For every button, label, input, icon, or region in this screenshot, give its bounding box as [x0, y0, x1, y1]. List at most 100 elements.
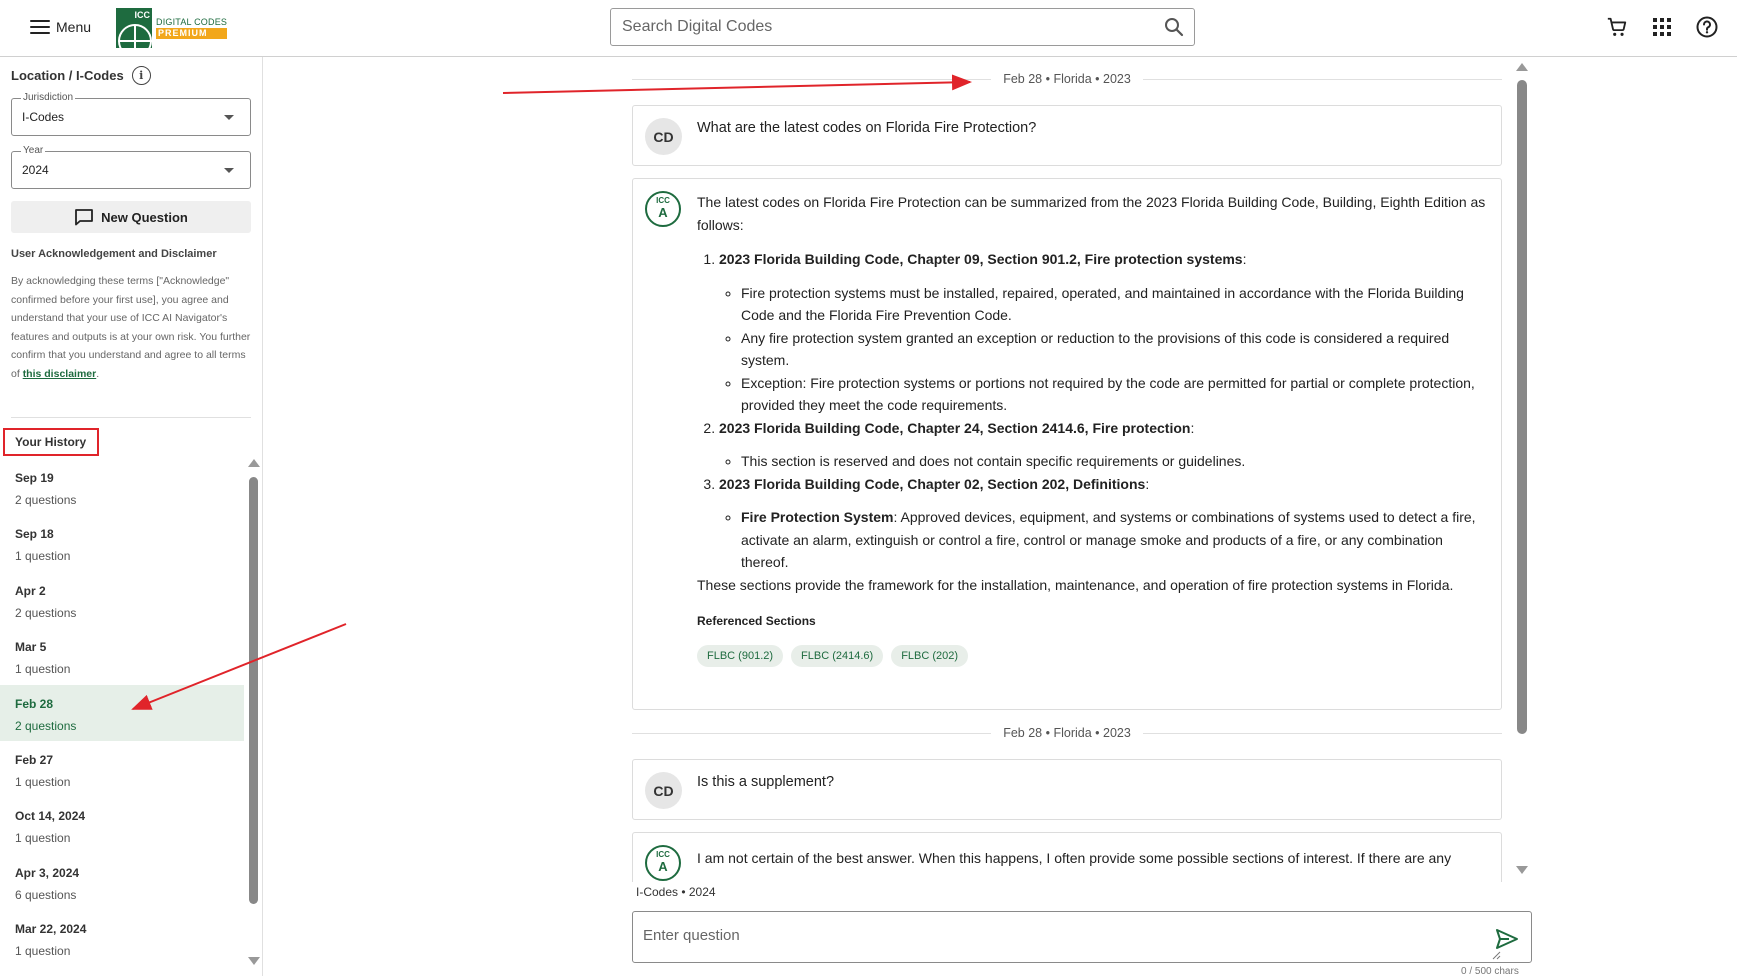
menu-label: Menu [56, 19, 92, 35]
year-select[interactable]: Year 2024 [11, 145, 251, 189]
disclaimer-link[interactable]: this disclaimer [23, 368, 97, 380]
new-question-button[interactable]: New Question [11, 201, 251, 233]
ai-answer-card: ICC A I am not certain of the best answe… [632, 832, 1502, 882]
history-count: 2 questions [15, 718, 77, 733]
jurisdiction-select[interactable]: Jurisdiction I-Codes [11, 92, 251, 136]
scroll-down-arrow-icon[interactable] [248, 957, 260, 965]
ai-answer-card: ICC A The latest codes on Florida Fire P… [632, 178, 1502, 710]
jurisdiction-label: Jurisdiction [21, 92, 76, 103]
location-title-text: Location / I-Codes [11, 68, 124, 83]
send-icon[interactable] [1495, 928, 1519, 950]
search-input[interactable] [611, 9, 1154, 45]
answer-body: The latest codes on Florida Fire Protect… [697, 191, 1487, 667]
referenced-sections-title: Referenced Sections [697, 614, 816, 628]
answer-section: 2023 Florida Building Code, Chapter 09, … [719, 248, 1487, 417]
sidebar-scrollbar-thumb[interactable] [249, 477, 258, 904]
history-item[interactable]: Sep 19 2 questions [0, 459, 244, 515]
date-separator: Feb 28 • Florida • 2023 [632, 71, 1503, 87]
chat-bubble-icon [75, 209, 94, 226]
question-input-box[interactable] [632, 911, 1532, 963]
help-icon[interactable] [1694, 14, 1720, 40]
scroll-down-arrow-icon[interactable] [1516, 866, 1528, 874]
bullet: Fire Protection System: Approved devices… [741, 506, 1487, 574]
disclaimer-end: . [96, 367, 100, 380]
bullet: Exception: Fire protection systems or po… [741, 372, 1487, 417]
user-question-card: CD Is this a supplement? [632, 759, 1502, 820]
user-avatar: CD [645, 772, 682, 809]
logo-line1: DIGITAL CODES [156, 17, 228, 27]
history-count: 1 question [15, 774, 71, 789]
char-counter: 0 / 500 chars [1461, 966, 1519, 976]
user-question-card: CD What are the latest codes on Florida … [632, 105, 1502, 166]
history-count: 2 questions [15, 605, 77, 620]
history-date: Mar 22, 2024 [15, 922, 87, 937]
hamburger-icon [30, 20, 50, 34]
top-header: Menu ICC DIGITAL CODES PREMIUM [0, 0, 1737, 57]
date-separator-text: Feb 28 • Florida • 2023 [1003, 726, 1131, 740]
disclaimer-title: User Acknowledgement and Disclaimer [11, 248, 217, 260]
chevron-down-icon [224, 115, 234, 120]
divider [11, 417, 251, 418]
jurisdiction-value: I-Codes [22, 110, 65, 124]
logo-line2: PREMIUM [156, 28, 228, 39]
history-item[interactable]: Apr 3, 2024 6 questions [0, 854, 244, 910]
menu-button[interactable]: Menu [30, 14, 91, 40]
history-count: 2 questions [15, 493, 77, 507]
new-question-label: New Question [101, 209, 188, 225]
history-count: 1 question [15, 549, 71, 564]
bullet: This section is reserved and does not co… [741, 450, 1487, 473]
search-icon[interactable] [1154, 9, 1194, 45]
question-input[interactable] [643, 927, 1473, 951]
history-title: Your History [3, 428, 99, 456]
icc-ai-avatar-icon: ICC A [645, 191, 681, 227]
bullet: Any fire protection system granted an ex… [741, 327, 1487, 372]
disclaimer-body: By acknowledging these terms ["Acknowled… [11, 275, 251, 380]
icc-globe-icon: ICC [116, 8, 152, 48]
chat-scrollbar-thumb[interactable] [1517, 80, 1527, 734]
history-date: Oct 14, 2024 [15, 809, 86, 824]
answer-intro: The latest codes on Florida Fire Protect… [697, 194, 1486, 233]
history-list: Sep 19 2 questions Sep 18 1 question Apr 2… [0, 459, 244, 967]
scroll-up-arrow-icon[interactable] [248, 459, 260, 467]
history-date: Sep 19 [15, 471, 54, 485]
reference-chip[interactable]: FLBC (202) [891, 644, 969, 667]
date-separator-text: Feb 28 • Florida • 2023 [1003, 72, 1131, 86]
section-title: 2023 Florida Building Code, Chapter 09, … [719, 251, 1243, 267]
reference-chip[interactable]: FLBC (2414.6) [791, 644, 884, 667]
history-count: 1 question [15, 831, 71, 846]
answer-closing: These sections provide the framework for… [697, 576, 1454, 593]
history-date: Apr 3, 2024 [15, 865, 80, 880]
history-date: Apr 2 [15, 583, 46, 598]
history-date: Feb 28 [15, 696, 54, 711]
search-box[interactable] [610, 8, 1195, 46]
history-item[interactable]: Apr 2 2 questions [0, 572, 244, 628]
answer-section: 2023 Florida Building Code, Chapter 02, … [719, 473, 1487, 574]
question-text: What are the latest codes on Florida Fir… [697, 120, 1037, 136]
resize-handle-icon[interactable] [1491, 950, 1501, 960]
reference-chip[interactable]: FLBC (901.2) [697, 644, 784, 667]
history-item[interactable]: Feb 27 1 question [0, 741, 244, 797]
history-count: 1 question [15, 944, 71, 959]
disclaimer-text: By acknowledging these terms ["Acknowled… [11, 272, 251, 384]
cart-icon[interactable] [1604, 14, 1630, 40]
answer-sections: 2023 Florida Building Code, Chapter 09, … [697, 248, 1487, 574]
history-item-active[interactable]: Feb 28 2 questions [0, 684, 244, 741]
history-item[interactable]: Mar 22, 2024 1 question [0, 910, 244, 966]
info-icon[interactable]: i [131, 66, 151, 85]
history-item[interactable]: Oct 14, 2024 1 question [0, 797, 244, 853]
section-title: 2023 Florida Building Code, Chapter 24, … [719, 419, 1191, 436]
history-item[interactable]: Sep 18 1 question [0, 515, 244, 571]
apps-grid-icon[interactable] [1649, 14, 1675, 40]
year-label: Year [21, 145, 46, 156]
icc-logo[interactable]: ICC DIGITAL CODES PREMIUM [116, 8, 228, 48]
question-context: I-Codes • 2024 [636, 885, 716, 899]
ai-avatar-letter: A [658, 205, 668, 220]
referenced-sections: FLBC (901.2) FLBC (2414.6) FLBC (202) [697, 644, 1487, 667]
location-title: Location / I-Codes i [11, 66, 151, 85]
date-separator: Feb 28 • Florida • 2023 [632, 725, 1503, 741]
history-date: Mar 5 [15, 640, 47, 655]
year-value: 2024 [22, 163, 49, 177]
icc-ai-avatar-icon: ICC A [645, 845, 681, 881]
history-item[interactable]: Mar 5 1 question [0, 628, 244, 684]
scroll-up-arrow-icon[interactable] [1516, 63, 1528, 71]
